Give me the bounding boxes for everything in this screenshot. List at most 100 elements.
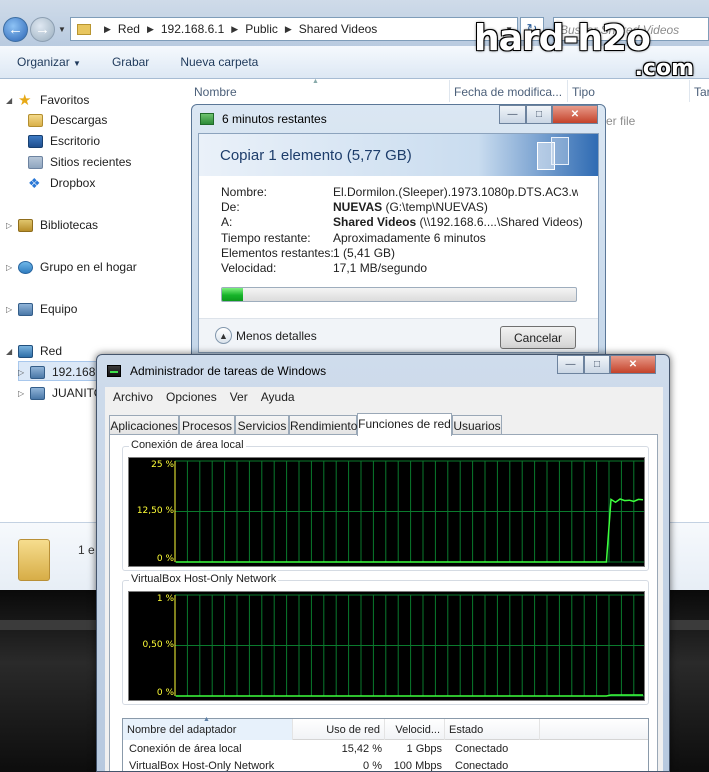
- breadcrumb-host[interactable]: 192.168.6.1: [161, 22, 224, 36]
- table-row[interactable]: VirtualBox Host-Only Network 0 % 100 Mbp…: [123, 758, 648, 772]
- nav-network[interactable]: ◢ Red: [6, 342, 62, 360]
- burn-button[interactable]: Grabar: [95, 55, 163, 69]
- cell-network-usage: 0 %: [363, 760, 382, 772]
- tab-rendimiento[interactable]: Rendimiento: [289, 415, 357, 435]
- large-folder-icon: [18, 539, 50, 581]
- col-link-speed[interactable]: Velocid...: [385, 719, 445, 740]
- col-network-usage[interactable]: Uso de red: [293, 719, 385, 740]
- destination-path: (\\192.168.6....\Shared Videos): [416, 215, 583, 229]
- close-button[interactable]: ✕: [552, 105, 598, 124]
- nav-host-juanito[interactable]: ▷ JUANITO: [18, 384, 103, 402]
- network-computer-icon: [30, 365, 45, 379]
- collapsed-triangle-icon[interactable]: ▷: [18, 389, 30, 398]
- breadcrumb-red[interactable]: Red: [118, 22, 140, 36]
- nav-label: Equipo: [40, 302, 78, 316]
- value-from[interactable]: NUEVAS (G:\temp\NUEVAS): [333, 200, 488, 214]
- nav-libraries[interactable]: ▷ Bibliotecas: [6, 216, 98, 234]
- ytick-top: 1 %: [156, 594, 174, 604]
- graph-group-virtualbox: VirtualBox Host-Only Network 1 % 0,50 % …: [122, 573, 649, 705]
- cancel-button[interactable]: Cancelar: [500, 326, 576, 349]
- close-button[interactable]: ✕: [610, 355, 656, 374]
- cell-link-speed: 100 Mbps: [393, 760, 442, 772]
- breadcrumb-shared-videos[interactable]: Shared Videos: [299, 22, 378, 36]
- column-header-name[interactable]: Nombre: [190, 80, 450, 102]
- breadcrumb-separator-icon[interactable]: ▶: [147, 24, 154, 35]
- maximize-button[interactable]: □: [526, 105, 552, 124]
- expanded-triangle-icon[interactable]: ◢: [6, 96, 18, 105]
- column-header-type[interactable]: Tipo: [568, 80, 690, 102]
- ytick-mid: 12,50 %: [136, 506, 174, 516]
- maximize-icon: □: [593, 359, 601, 370]
- adapter-table: Nombre del adaptador Uso de red Velocid.…: [122, 716, 649, 772]
- address-bar[interactable]: ▶ Red ▶ 192.168.6.1 ▶ Public ▶ Shared Vi…: [70, 17, 518, 41]
- breadcrumb-public[interactable]: Public: [245, 22, 278, 36]
- organize-button[interactable]: Organizar ▼: [0, 55, 95, 69]
- minimize-button[interactable]: —: [499, 105, 526, 124]
- collapsed-triangle-icon[interactable]: ▷: [6, 263, 18, 272]
- tab-usuarios[interactable]: Usuarios: [452, 415, 502, 435]
- nav-host-192[interactable]: ▷ 192.168.6: [18, 363, 105, 381]
- nav-dropbox[interactable]: ❖ Dropbox: [28, 174, 95, 192]
- minimize-button[interactable]: —: [557, 355, 584, 374]
- collapsed-triangle-icon[interactable]: ▷: [6, 221, 18, 230]
- less-details-button[interactable]: ▲ Menos detalles: [215, 327, 317, 344]
- source-path: (G:\temp\NUEVAS): [382, 200, 488, 214]
- col-state[interactable]: Estado: [445, 719, 540, 740]
- network-computer-icon: [30, 386, 45, 400]
- downloads-folder-icon: [28, 113, 43, 127]
- minimize-icon: —: [565, 359, 576, 370]
- nav-homegroup[interactable]: ▷ Grupo en el hogar: [6, 258, 137, 276]
- tab-procesos[interactable]: Procesos: [179, 415, 235, 435]
- tab-aplicaciones[interactable]: Aplicaciones: [109, 415, 179, 435]
- nav-favorites[interactable]: ◢ ★ Favoritos: [6, 91, 89, 109]
- tab-servicios[interactable]: Servicios: [235, 415, 289, 435]
- network-icon: [18, 344, 33, 358]
- close-icon: ✕: [628, 359, 638, 370]
- recent-pages-dropdown-icon[interactable]: ▼: [58, 25, 66, 34]
- menu-ver[interactable]: Ver: [222, 390, 253, 404]
- sort-ascending-icon: ▲: [203, 716, 210, 723]
- dropbox-icon: ❖: [28, 174, 41, 191]
- expanded-triangle-icon[interactable]: ◢: [6, 347, 18, 356]
- taskmgr-titlebar: Administrador de tareas de Windows: [107, 364, 326, 378]
- network-usage-line: [176, 694, 643, 697]
- desktop-icon: [28, 134, 43, 148]
- label-items-remaining: Elementos restantes:: [221, 246, 334, 260]
- nav-computer[interactable]: ▷ Equipo: [6, 300, 77, 318]
- breadcrumb-separator-icon[interactable]: ▶: [231, 24, 238, 35]
- nav-downloads[interactable]: Descargas: [28, 111, 107, 129]
- cell-state: Conectado: [455, 743, 509, 755]
- dialog-titlebar: 6 minutos restantes: [200, 112, 327, 126]
- breadcrumb-separator-icon[interactable]: ▶: [285, 24, 292, 35]
- back-button[interactable]: ←: [3, 17, 28, 42]
- new-folder-button[interactable]: Nueva carpeta: [163, 55, 272, 69]
- column-header-date[interactable]: Fecha de modifica...: [450, 80, 568, 102]
- menu-ayuda[interactable]: Ayuda: [253, 390, 300, 404]
- label-from: De:: [221, 200, 240, 214]
- maximize-button[interactable]: □: [584, 355, 610, 374]
- column-header-size[interactable]: Tar: [690, 80, 709, 102]
- window-controls: — □ ✕: [499, 105, 598, 124]
- menu-opciones[interactable]: Opciones: [158, 390, 222, 404]
- network-graph-virtualbox: 1 % 0,50 % 0 %: [128, 591, 645, 701]
- nav-label: Escritorio: [50, 134, 101, 148]
- close-icon: ✕: [570, 109, 580, 120]
- source-folder[interactable]: NUEVAS: [333, 200, 382, 214]
- nav-label: Descargas: [50, 113, 108, 127]
- table-row[interactable]: Conexión de área local 15,42 % 1 Gbps Co…: [123, 741, 648, 758]
- tab-funciones-de-red[interactable]: Funciones de red: [357, 413, 452, 436]
- chevron-down-icon: ▼: [73, 59, 81, 68]
- nav-desktop[interactable]: Escritorio: [28, 132, 100, 150]
- graph-group-local: Conexión de área local 25 % 12,50 % 0 %: [122, 439, 649, 571]
- nav-recent-places[interactable]: Sitios recientes: [28, 153, 131, 171]
- collapsed-triangle-icon[interactable]: ▷: [18, 368, 30, 377]
- cell-adapter-name: VirtualBox Host-Only Network: [129, 760, 275, 772]
- menu-archivo[interactable]: Archivo: [105, 390, 158, 404]
- forward-button[interactable]: →: [30, 17, 55, 42]
- collapsed-triangle-icon[interactable]: ▷: [6, 305, 18, 314]
- value-to[interactable]: Shared Videos (\\192.168.6....\Shared Vi…: [333, 215, 583, 229]
- cell-adapter-name: Conexión de área local: [129, 743, 242, 755]
- value-name: El.Dormilon.(Sleeper).1973.1080p.DTS.AC3…: [333, 185, 578, 199]
- destination-folder[interactable]: Shared Videos: [333, 215, 416, 229]
- breadcrumb-separator-icon[interactable]: ▶: [104, 24, 111, 35]
